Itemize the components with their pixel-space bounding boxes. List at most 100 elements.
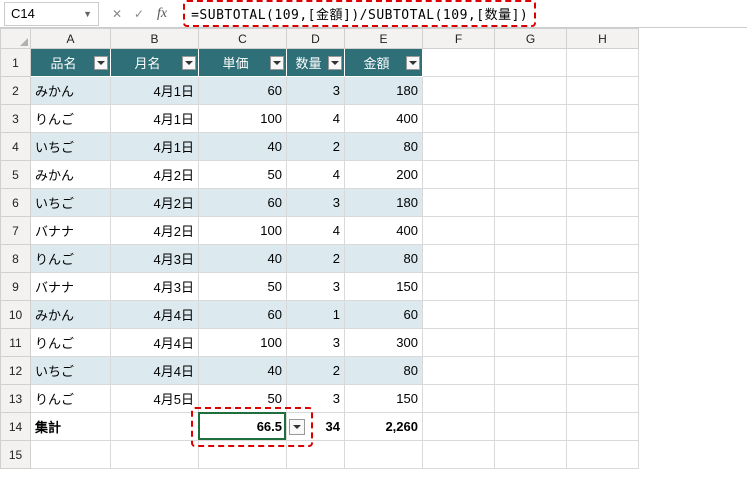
cell[interactable] xyxy=(495,385,567,413)
cell[interactable] xyxy=(567,301,639,329)
cell[interactable] xyxy=(423,189,495,217)
cell[interactable] xyxy=(567,161,639,189)
cell[interactable] xyxy=(423,413,495,441)
cell[interactable] xyxy=(111,441,199,469)
cell[interactable]: 4月2日 xyxy=(111,189,199,217)
cell[interactable]: 60 xyxy=(199,77,287,105)
cell[interactable] xyxy=(567,217,639,245)
cell[interactable]: 4月3日 xyxy=(111,273,199,301)
cell[interactable] xyxy=(495,189,567,217)
cell[interactable] xyxy=(423,385,495,413)
row-header-12[interactable]: 12 xyxy=(1,357,31,385)
col-header-G[interactable]: G xyxy=(495,29,567,49)
filter-icon[interactable] xyxy=(94,56,108,70)
cell[interactable]: 3 xyxy=(287,273,345,301)
cell[interactable] xyxy=(423,133,495,161)
cell[interactable]: 60 xyxy=(345,301,423,329)
total-label-cell[interactable]: 集計 xyxy=(31,413,111,441)
cell[interactable]: みかん xyxy=(31,301,111,329)
cell[interactable]: 3 xyxy=(287,77,345,105)
cell[interactable]: 4月1日 xyxy=(111,105,199,133)
cell[interactable]: 60 xyxy=(199,189,287,217)
cell[interactable]: 3 xyxy=(287,189,345,217)
formula-input[interactable]: =SUBTOTAL(109,[金額])/SUBTOTAL(109,[数量]) xyxy=(177,0,747,29)
cell[interactable]: 4月4日 xyxy=(111,301,199,329)
cell[interactable] xyxy=(423,49,495,77)
cell[interactable] xyxy=(567,49,639,77)
cell[interactable] xyxy=(495,273,567,301)
enter-icon[interactable]: ✓ xyxy=(129,4,149,24)
cell[interactable]: 80 xyxy=(345,133,423,161)
cell[interactable]: 150 xyxy=(345,385,423,413)
cell[interactable] xyxy=(423,357,495,385)
cell[interactable] xyxy=(567,329,639,357)
table-header-amount[interactable]: 金額 xyxy=(345,49,423,77)
col-header-B[interactable]: B xyxy=(111,29,199,49)
select-all-corner[interactable] xyxy=(1,29,31,49)
col-header-D[interactable]: D xyxy=(287,29,345,49)
cell[interactable]: 2 xyxy=(287,133,345,161)
cell[interactable] xyxy=(567,273,639,301)
cell[interactable]: 4月1日 xyxy=(111,77,199,105)
row-header-6[interactable]: 6 xyxy=(1,189,31,217)
cell[interactable] xyxy=(495,217,567,245)
cell[interactable]: バナナ xyxy=(31,273,111,301)
cell[interactable] xyxy=(423,441,495,469)
cell[interactable]: いちご xyxy=(31,357,111,385)
table-header-qty[interactable]: 数量 xyxy=(287,49,345,77)
cell[interactable]: 100 xyxy=(199,217,287,245)
cell[interactable] xyxy=(287,441,345,469)
cell[interactable] xyxy=(423,273,495,301)
cell[interactable]: 300 xyxy=(345,329,423,357)
cell[interactable] xyxy=(567,385,639,413)
filter-icon[interactable] xyxy=(406,56,420,70)
cell[interactable]: 40 xyxy=(199,133,287,161)
cell[interactable]: 100 xyxy=(199,329,287,357)
cell[interactable] xyxy=(567,77,639,105)
row-header-15[interactable]: 15 xyxy=(1,441,31,469)
cell[interactable]: 40 xyxy=(199,245,287,273)
cell[interactable] xyxy=(495,161,567,189)
cell[interactable]: バナナ xyxy=(31,217,111,245)
cell[interactable]: 400 xyxy=(345,217,423,245)
fx-icon[interactable]: fx xyxy=(151,6,173,22)
cell[interactable]: いちご xyxy=(31,133,111,161)
cell[interactable]: 4月3日 xyxy=(111,245,199,273)
cell[interactable]: 40 xyxy=(199,357,287,385)
cell[interactable]: 4 xyxy=(287,161,345,189)
row-header-14[interactable]: 14 xyxy=(1,413,31,441)
cell[interactable] xyxy=(345,441,423,469)
total-unitprice-cell[interactable]: 66.5 xyxy=(199,413,287,441)
cell[interactable] xyxy=(495,329,567,357)
cell[interactable]: みかん xyxy=(31,161,111,189)
cell[interactable] xyxy=(111,413,199,441)
cell[interactable] xyxy=(495,301,567,329)
totals-dropdown-icon[interactable] xyxy=(289,419,305,435)
cell[interactable]: 50 xyxy=(199,161,287,189)
cell[interactable] xyxy=(423,77,495,105)
cell[interactable]: 3 xyxy=(287,329,345,357)
cell[interactable]: 80 xyxy=(345,357,423,385)
row-header-10[interactable]: 10 xyxy=(1,301,31,329)
cell[interactable] xyxy=(495,49,567,77)
cell[interactable]: りんご xyxy=(31,385,111,413)
row-header-3[interactable]: 3 xyxy=(1,105,31,133)
row-header-5[interactable]: 5 xyxy=(1,161,31,189)
cell[interactable]: 150 xyxy=(345,273,423,301)
row-header-9[interactable]: 9 xyxy=(1,273,31,301)
table-header-name[interactable]: 品名 xyxy=(31,49,111,77)
row-header-1[interactable]: 1 xyxy=(1,49,31,77)
cell[interactable]: 60 xyxy=(199,301,287,329)
cell[interactable] xyxy=(567,245,639,273)
cell[interactable] xyxy=(567,189,639,217)
cell[interactable] xyxy=(31,441,111,469)
cell[interactable]: 400 xyxy=(345,105,423,133)
col-header-F[interactable]: F xyxy=(423,29,495,49)
cell[interactable]: 180 xyxy=(345,77,423,105)
cell[interactable]: 4月4日 xyxy=(111,329,199,357)
cell[interactable]: 1 xyxy=(287,301,345,329)
table-header-month[interactable]: 月名 xyxy=(111,49,199,77)
cell[interactable] xyxy=(495,357,567,385)
cell[interactable]: みかん xyxy=(31,77,111,105)
cell[interactable]: りんご xyxy=(31,105,111,133)
